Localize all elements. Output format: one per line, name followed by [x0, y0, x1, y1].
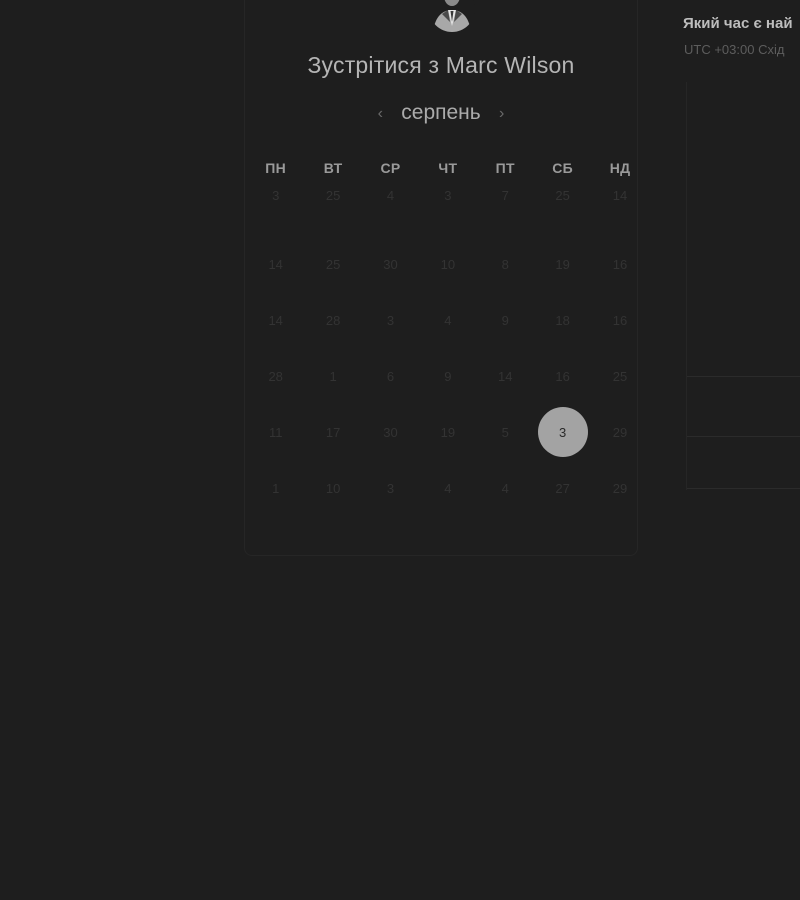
meeting-title: Зустрітися з Marc Wilson: [307, 52, 575, 78]
calendar-day-disabled: 4: [501, 480, 509, 496]
calendar-day-disabled: 25: [612, 368, 628, 384]
calendar-day-disabled: 1: [272, 480, 280, 496]
calendar-day-disabled: 30: [383, 424, 398, 440]
calendar-day-disabled: 17: [325, 424, 341, 440]
booking-page: Зустрітися з Marc Wilson ‹ серпень › ПН …: [0, 0, 800, 900]
time-panel: Який час є най UTC +03:00 Схід: [683, 0, 800, 900]
calendar-day-disabled: 1: [329, 368, 337, 384]
calendar-day-disabled: 19: [555, 256, 570, 272]
calendar-day-disabled: 14: [268, 256, 283, 272]
month-navigation: ‹ серпень ›: [245, 98, 637, 130]
calendar-day-disabled: 25: [555, 188, 570, 203]
calendar-day-disabled: 5: [501, 424, 509, 440]
calendar-day-selected[interactable]: 3: [537, 407, 588, 457]
divider: [687, 488, 800, 489]
divider: [687, 376, 800, 377]
calendar-day-disabled: 28: [268, 368, 283, 384]
calendar-day-disabled: 29: [612, 424, 628, 440]
calendar-day-disabled: 9: [501, 312, 509, 328]
calendar-day-disabled: 8: [501, 256, 509, 272]
avatar: [429, 0, 475, 32]
calendar-day-disabled: 4: [444, 480, 452, 496]
calendar-day-disabled: 10: [440, 256, 456, 272]
calendar-day-disabled: 29: [612, 480, 628, 496]
calendar-day-disabled: 14: [612, 188, 628, 203]
calendar-day-disabled: 3: [386, 312, 395, 328]
person-icon: [429, 0, 475, 32]
calendar-day-disabled: 7: [501, 188, 509, 203]
booking-card: Зустрітися з Marc Wilson ‹ серпень › ПН …: [244, 0, 638, 556]
calendar-day-disabled: 16: [555, 368, 570, 384]
calendar-day-disabled: 25: [325, 188, 341, 203]
calendar-day-disabled: 25: [325, 256, 341, 272]
calendar-day-disabled: 30: [383, 256, 398, 272]
month-label: серпень: [401, 100, 481, 124]
calendar-day-disabled: 28: [325, 312, 341, 328]
chevron-right-icon[interactable]: ›: [489, 100, 515, 128]
calendar-day-disabled: 3: [272, 188, 280, 203]
calendar-day-disabled: 11: [268, 424, 283, 440]
calendar-day-disabled: 19: [440, 424, 456, 440]
calendar-day-disabled: 14: [498, 368, 513, 384]
calendar-day-disabled: 16: [612, 256, 628, 272]
calendar-day-disabled: 27: [555, 480, 570, 496]
divider: [687, 436, 800, 437]
calendar-day-disabled: 3: [386, 480, 395, 496]
calendar-day-disabled: 4: [444, 312, 452, 328]
calendar-day-cell: 3: [534, 407, 591, 457]
time-slots-container: [686, 82, 800, 490]
calendar-day-disabled: 18: [555, 312, 570, 328]
calendar-day-disabled: 6: [386, 368, 395, 384]
timezone-question: Який час є най: [683, 15, 793, 32]
chevron-left-icon[interactable]: ‹: [367, 100, 393, 128]
calendar-day-disabled: 10: [325, 480, 341, 496]
calendar-day-disabled: 16: [612, 312, 628, 328]
calendar-day-disabled: 4: [386, 188, 395, 203]
timezone-selector[interactable]: UTC +03:00 Схід: [684, 42, 784, 57]
calendar-day-disabled: 3: [444, 188, 452, 203]
calendar-day-disabled: 14: [268, 312, 283, 328]
calendar-grid: 3 25 4 3 7 25 14 14 25 30 10 8 19 16 14 …: [247, 166, 651, 502]
calendar-day-disabled: 9: [444, 368, 452, 384]
